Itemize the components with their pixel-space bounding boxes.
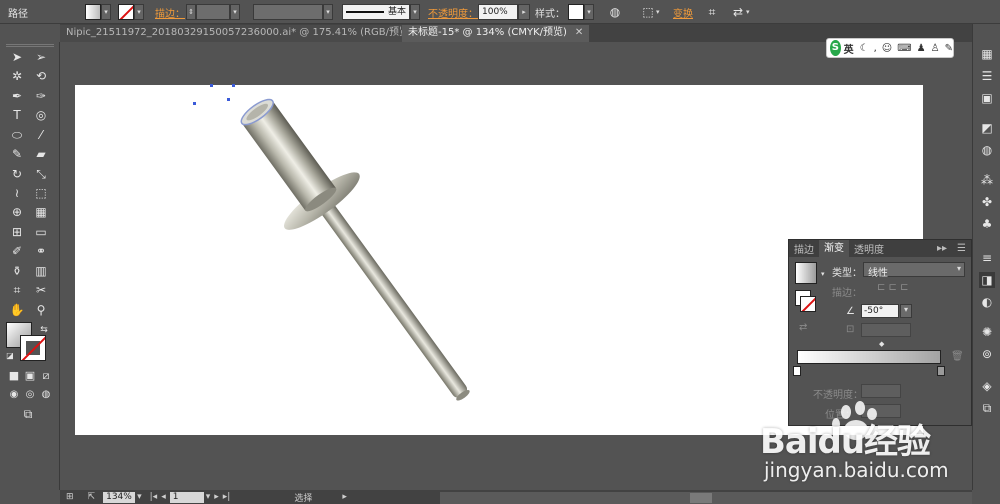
sogou-logo-icon: S <box>830 40 841 56</box>
tab-gradient[interactable]: 渐变 <box>819 240 849 257</box>
shirt-icon[interactable]: ♙ <box>931 43 940 54</box>
watermark-title: Baidu经验 <box>760 422 931 462</box>
illustrator-window: 路径 ▾ ▾ 描边： ⇕ ▾ ▾ 基本 ▾ 不透明度： 100% ▸ 样式： ▾ ◍ … <box>0 0 1000 504</box>
first-artboard-icon[interactable]: |◂ <box>150 492 158 502</box>
brushes-icon[interactable]: ⁂ <box>979 172 995 188</box>
chevron-down-icon: ▾ <box>956 264 961 273</box>
panel-menu-icon[interactable]: ☰ <box>952 243 971 254</box>
gradient-slider[interactable] <box>797 350 941 364</box>
punctuation-icon[interactable]: , <box>874 43 877 54</box>
gradient-panel: 描边 渐变 透明度 ▸▸ ☰ ▾ 类型： 线性 ▾ 描边： ⊏ ⊏ ⊏ ∠ -50… <box>788 239 972 426</box>
current-tool-label: 选择 <box>294 493 313 504</box>
ime-language[interactable]: 英 <box>844 41 854 56</box>
user-icon[interactable]: ♟ <box>917 43 926 54</box>
aspect-ratio-input <box>861 323 911 337</box>
collapse-icon[interactable]: ▸▸ <box>932 243 952 254</box>
tab-transparency[interactable]: 透明度 <box>849 241 889 256</box>
opacity-label: 不透明度： <box>813 390 863 401</box>
gradient-type-select[interactable]: 线性 ▾ <box>863 262 965 279</box>
color-stop-right[interactable] <box>937 366 945 376</box>
share-icon[interactable]: ⇱ <box>88 492 96 502</box>
mandrel-pin[interactable] <box>315 196 469 400</box>
clubs-icon[interactable]: ♣ <box>979 216 995 232</box>
stroke-gradient-options-icon[interactable]: ⊏ ⊏ ⊏ <box>877 282 909 293</box>
stroke-gradient-label: 描边： <box>832 288 862 299</box>
chevron-down-icon[interactable]: ▾ <box>821 270 825 278</box>
graphic-styles-icon[interactable]: ⊚ <box>979 346 995 362</box>
color-icon[interactable]: ▦ <box>979 46 995 62</box>
aspect-ratio-icon: ⊡ <box>846 324 855 335</box>
transparency-icon[interactable]: ◐ <box>979 294 995 310</box>
last-artboard-icon[interactable]: ▸| <box>223 492 231 502</box>
symbols-icon[interactable]: ✤ <box>979 194 995 210</box>
moon-icon[interactable]: ☾ <box>860 43 869 54</box>
align-icon[interactable]: ☰ <box>979 68 995 84</box>
gradient-type-value: 线性 <box>868 268 888 279</box>
angle-icon: ∠ <box>846 306 855 317</box>
chevron-down-icon[interactable]: ▾ <box>137 492 142 502</box>
watermark-url: jingyan.baidu.com <box>764 458 949 482</box>
zoom-select[interactable]: 134% <box>103 491 136 503</box>
layers-icon[interactable]: ◈ <box>979 378 995 394</box>
keyboard-icon[interactable]: ⌨ <box>897 43 911 54</box>
gradient-preview[interactable] <box>795 262 817 284</box>
ime-toolbar[interactable]: S 英 ☾ , ☺ ⌨ ♟ ♙ ✎ <box>826 38 954 58</box>
swatches-icon[interactable]: ◍ <box>979 142 995 158</box>
emoji-icon[interactable]: ☺ <box>882 43 892 54</box>
midpoint-diamond-icon[interactable]: ◆ <box>879 340 884 348</box>
scroll-thumb[interactable] <box>690 493 712 503</box>
pathfinder-icon[interactable]: ▣ <box>979 90 995 106</box>
chevron-down-icon[interactable]: ▾ <box>206 492 211 502</box>
wrench-icon[interactable]: ✎ <box>945 43 953 54</box>
stroke-mini[interactable] <box>800 296 816 312</box>
reverse-gradient-icon[interactable]: ⇄ <box>799 322 807 333</box>
artboard-nav-icon[interactable]: ⊞ <box>66 492 74 502</box>
angle-input[interactable]: -50° <box>861 304 899 318</box>
artboard-number-input[interactable]: 1 <box>169 491 204 503</box>
stroke-icon[interactable]: ≡ <box>979 250 995 266</box>
type-label: 类型： <box>832 268 862 279</box>
transform-icon[interactable]: ◩ <box>979 120 995 136</box>
color-stop-left[interactable] <box>793 366 801 376</box>
gradient-panel-header: 描边 渐变 透明度 ▸▸ ☰ <box>789 240 971 257</box>
chevron-down-icon[interactable]: ▾ <box>900 304 912 318</box>
tab-stroke[interactable]: 描边 <box>789 241 819 256</box>
delete-stop-icon[interactable]: 🗑 <box>951 351 964 362</box>
appearance-icon[interactable]: ✺ <box>979 324 995 340</box>
gradient-icon[interactable]: ◨ <box>979 272 995 288</box>
status-menu-icon[interactable]: ▸ <box>342 492 347 502</box>
previous-artboard-icon[interactable]: ◂ <box>161 492 166 502</box>
baidu-watermark: Baidu经验 jingyan.baidu.com <box>760 400 1000 504</box>
next-artboard-icon[interactable]: ▸ <box>214 492 219 502</box>
stop-opacity-input <box>861 384 901 398</box>
